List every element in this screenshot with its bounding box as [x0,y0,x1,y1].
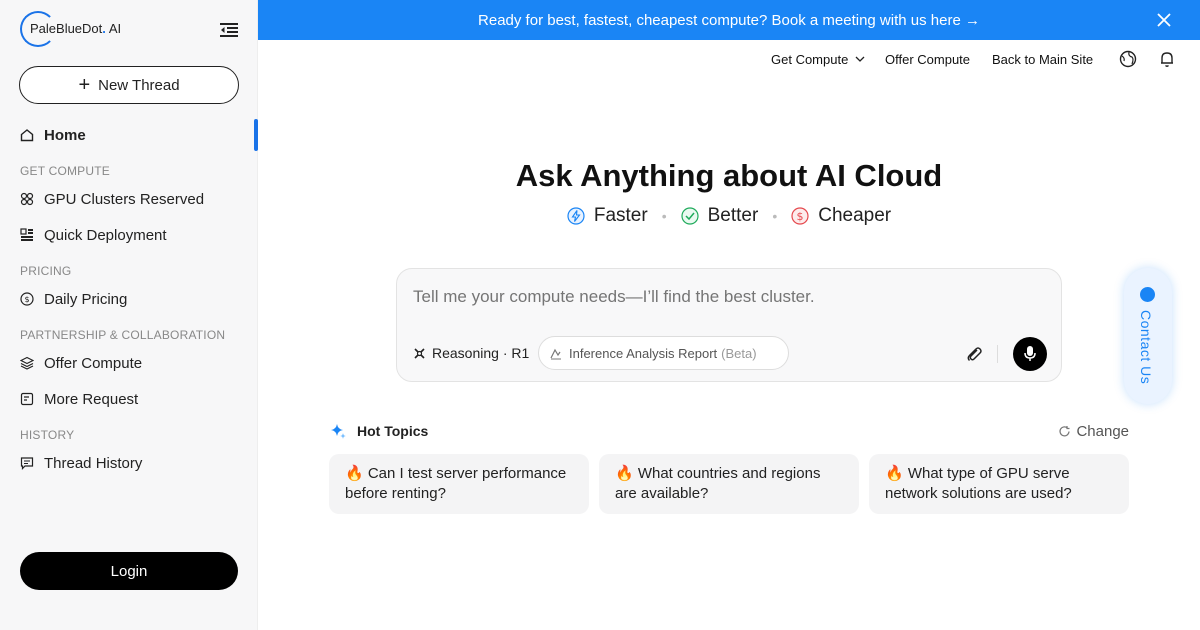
plus-icon: + [78,74,91,96]
new-thread-button[interactable]: + New Thread [19,66,239,104]
sidebar: PaleBlueDot. AI + New Thread Home GET CO… [0,0,258,630]
feature-faster: Faster [567,205,648,227]
cluster-icon [20,192,34,206]
feature-cheaper-label: Cheaper [818,205,892,226]
brand-name: PaleBlueDot. AI [30,21,122,36]
hot-topic-card[interactable]: 🔥 Can I test server performance before r… [329,454,589,514]
sidebar-item-label: Thread History [44,454,143,472]
sidebar-item-offer-compute[interactable]: Offer Compute [20,351,250,375]
sidebar-item-label: GPU Clusters Reserved [44,190,205,208]
change-label: Change [1076,423,1129,440]
prompt-input[interactable] [413,287,1033,307]
reasoning-label: Reasoning · R1 [432,345,530,361]
feature-separator: • [661,208,667,224]
feature-separator: • [772,208,778,224]
change-topics-button[interactable]: Change [1058,423,1129,440]
top-nav: Get Compute Offer Compute Back to Main S… [258,50,1200,68]
nav-get-compute-label: Get Compute [771,52,849,67]
sidebar-item-thread-history[interactable]: Thread History [20,451,250,475]
sidebar-item-label: Quick Deployment [44,226,167,244]
grid-icon [20,228,33,241]
feature-better: Better [681,205,759,227]
section-get-compute: GET COMPUTE [20,164,110,178]
brand-logo[interactable]: PaleBlueDot. AI [20,11,121,47]
feature-faster-label: Faster [593,205,648,226]
layers-icon [20,356,34,370]
prompt-box: Reasoning · R1 Inference Analysis Report… [396,268,1062,382]
banner-text[interactable]: Ready for best, fastest, cheapest comput… [478,12,980,29]
hot-topic-card[interactable]: 🔥 What countries and regions are availab… [599,454,859,514]
contact-us-button[interactable]: Contact Us [1124,268,1172,404]
close-icon[interactable] [1156,12,1172,28]
hot-topics-title: Hot Topics [357,423,429,439]
divider [997,345,998,363]
home-icon [20,129,34,142]
chat-bubble-icon [1140,287,1155,302]
sidebar-item-label: Daily Pricing [44,290,128,308]
collapse-sidebar-icon[interactable] [220,22,238,38]
inference-report-chip[interactable]: Inference Analysis Report (Beta) [538,336,789,370]
microphone-button[interactable] [1013,337,1047,371]
login-button[interactable]: Login [20,552,238,590]
dollar-icon: $ [20,292,34,306]
feature-better-label: Better [707,205,759,226]
new-thread-label: New Thread [98,76,180,94]
hot-topics-header: Hot Topics [329,422,428,440]
refresh-icon [1059,426,1071,437]
svg-text:$: $ [797,210,804,223]
feature-list: Faster • Better • $ Cheaper [258,205,1200,227]
section-pricing: PRICING [20,264,72,278]
sidebar-item-gpu-clusters[interactable]: GPU Clusters Reserved [20,187,250,211]
section-history: HISTORY [20,428,75,442]
chip-beta-tag: (Beta) [721,345,757,361]
sidebar-item-label: Offer Compute [44,354,143,372]
chat-icon [20,457,34,470]
sidebar-item-quick-deployment[interactable]: Quick Deployment [20,223,250,247]
nav-get-compute[interactable]: Get Compute [771,52,848,67]
feature-cheaper: $ Cheaper [791,205,891,227]
nav-offer-compute[interactable]: Offer Compute [885,52,970,67]
sidebar-item-label: More Request [44,390,139,408]
microphone-icon [1024,346,1036,361]
globe-icon[interactable] [1119,50,1137,68]
dollar-circle-icon: $ [791,207,809,225]
edit-doc-icon [20,392,34,406]
lightning-icon [567,207,585,225]
sidebar-item-daily-pricing[interactable]: $ Daily Pricing [20,287,250,311]
chip-label: Inference Analysis Report [569,345,718,361]
sparkle-icon [331,424,346,439]
section-partnership: PARTNERSHIP & COLLABORATION [20,328,226,342]
paperclip-icon[interactable] [964,344,984,364]
reasoning-model-selector[interactable]: Reasoning · R1 [413,345,529,361]
check-circle-icon [681,207,699,225]
bell-icon[interactable] [1158,50,1176,68]
chevron-down-icon[interactable] [855,56,865,63]
nav-back-main-site[interactable]: Back to Main Site [992,52,1093,67]
hot-topic-card[interactable]: 🔥 What type of GPU serve network solutio… [869,454,1129,514]
sidebar-item-home[interactable]: Home [20,123,250,147]
page-title: Ask Anything about AI Cloud [515,158,943,193]
reasoning-icon [414,347,425,359]
active-indicator [254,119,258,151]
svg-text:$: $ [24,295,29,304]
promo-banner[interactable]: Ready for best, fastest, cheapest comput… [258,0,1200,40]
report-icon [550,348,561,359]
contact-us-label: Contact Us [1138,310,1154,385]
sidebar-item-label: Home [44,126,86,144]
sidebar-item-more-request[interactable]: More Request [20,387,250,411]
